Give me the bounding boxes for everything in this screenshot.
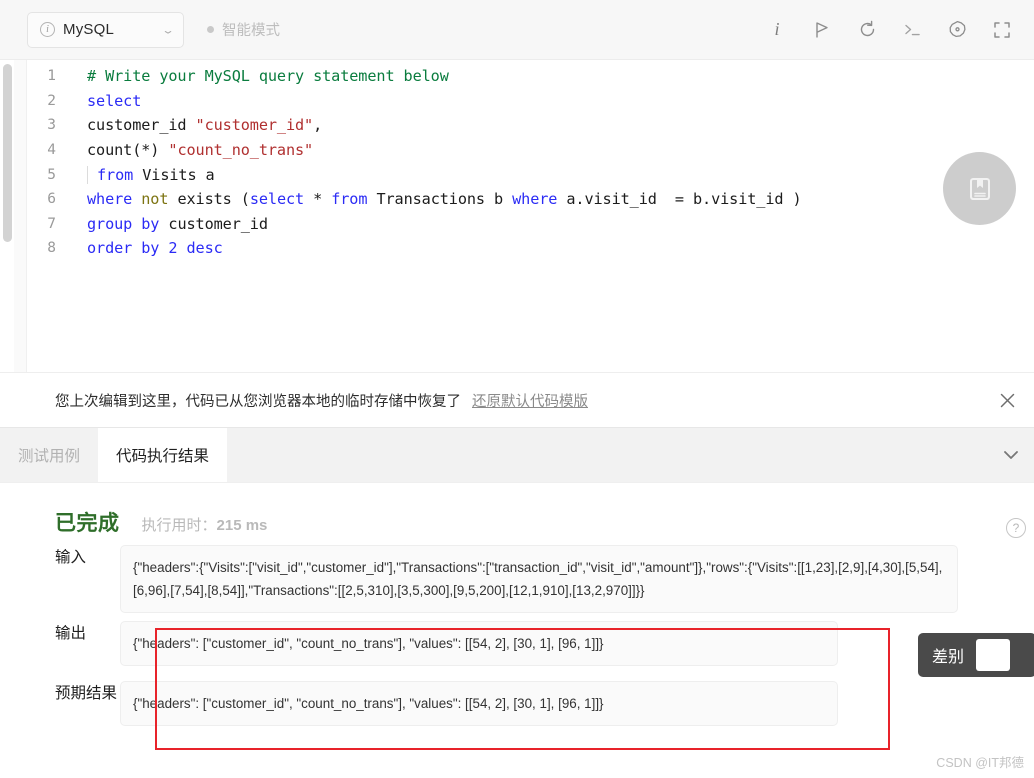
- code-text: count(*) "count_no_trans": [87, 141, 314, 160]
- restore-notice-bar: 您上次编辑到这里，代码已从您浏览器本地的临时存储中恢复了 还原默认代码模版: [0, 372, 1034, 427]
- result-tabbar: 测试用例 代码执行结果: [0, 427, 1034, 482]
- status-row: 已完成 执行用时：215 ms: [0, 507, 1034, 537]
- code-line: 6 where not exists (select * from Transac…: [28, 187, 1034, 212]
- question-mark-icon[interactable]: ?: [1006, 518, 1026, 538]
- line-number: 4: [47, 142, 56, 159]
- restore-notice-text: 您上次编辑到这里，代码已从您浏览器本地的临时存储中恢复了: [55, 393, 461, 410]
- language-label: MySQL: [63, 21, 115, 38]
- editor-scrollbar[interactable]: [3, 64, 12, 368]
- chevron-down-icon: ⌄: [161, 23, 175, 36]
- line-number: 5: [47, 166, 56, 183]
- line-number: 1: [47, 68, 56, 85]
- tab-execution-result[interactable]: 代码执行结果: [98, 428, 228, 482]
- restore-default-template-link[interactable]: 还原默认代码模版: [472, 390, 588, 411]
- code-line: 7 group by customer_id: [28, 212, 1034, 237]
- expected-label: 预期结果: [55, 685, 118, 702]
- expected-value-box: {"headers": ["customer_id", "count_no_tr…: [120, 681, 838, 726]
- save-bookmark-button[interactable]: [943, 152, 1016, 225]
- execution-result-panel: 已完成 执行用时：215 ms ? 输入 {"headers":{"Visits…: [0, 482, 1034, 778]
- settings-gear-icon[interactable]: [947, 20, 967, 40]
- diff-toggle-knob[interactable]: [976, 639, 1011, 671]
- language-selector[interactable]: i MySQL ⌄: [27, 11, 184, 48]
- code-text: # Write your MySQL query statement below: [87, 67, 449, 86]
- top-toolbar: i MySQL ⌄ 智能模式 i: [0, 0, 1034, 60]
- output-value-box: {"headers": ["customer_id", "count_no_tr…: [120, 621, 838, 666]
- expected-row: 预期结果 {"headers": ["customer_id", "count_…: [0, 681, 838, 726]
- code-line: 8 order by 2 desc: [28, 236, 1034, 261]
- code-lines-container[interactable]: 1 # Write your MySQL query statement belo…: [28, 64, 1034, 372]
- line-number: 2: [47, 92, 56, 109]
- code-line: 1 # Write your MySQL query statement belo…: [28, 64, 1034, 89]
- fullscreen-icon[interactable]: [992, 20, 1012, 40]
- code-text: group by customer_id: [87, 214, 268, 233]
- runtime-label: 执行用时：215 ms: [142, 514, 268, 535]
- code-text: from Visits a: [87, 165, 215, 184]
- code-text: select: [87, 91, 142, 110]
- code-line: 3 customer_id "customer_id",: [28, 113, 1034, 138]
- leetcode-sql-editor-page: i MySQL ⌄ 智能模式 i 1 # Write your MySQL qu…: [0, 0, 1034, 778]
- run-flag-icon[interactable]: [812, 20, 832, 40]
- input-row: 输入 {"headers":{"Visits":["visit_id","cus…: [0, 545, 958, 613]
- close-x-icon[interactable]: [996, 389, 1018, 411]
- smart-mode-label: 智能模式: [222, 23, 280, 39]
- editor-gutter-strip: [14, 60, 27, 372]
- reset-undo-icon[interactable]: [857, 20, 877, 40]
- diff-label: 差别: [932, 649, 965, 666]
- code-line: 2 select: [28, 89, 1034, 114]
- bookmark-book-icon: [969, 177, 990, 200]
- editor-scrollbar-thumb[interactable]: [3, 64, 12, 242]
- line-number: 3: [47, 117, 56, 134]
- info-circle-icon: i: [40, 22, 55, 37]
- output-row: 输出 {"headers": ["customer_id", "count_no…: [0, 621, 838, 666]
- code-line: 5 from Visits a: [28, 162, 1034, 187]
- toolbar-icon-group: i: [767, 19, 1034, 40]
- input-label: 输入: [55, 549, 87, 566]
- smart-mode-dot-icon: [207, 26, 214, 33]
- watermark-text: CSDN @IT邦德: [936, 756, 1024, 770]
- info-icon[interactable]: i: [767, 19, 787, 40]
- console-terminal-icon[interactable]: [902, 20, 922, 40]
- code-editor[interactable]: 1 # Write your MySQL query statement belo…: [0, 60, 1034, 445]
- status-badge: 已完成: [55, 512, 120, 535]
- line-number: 7: [47, 215, 56, 232]
- chevron-down-icon[interactable]: [988, 428, 1034, 482]
- input-value-box: {"headers":{"Visits":["visit_id","custom…: [120, 545, 958, 613]
- runtime-prefix: 执行用时：: [141, 517, 217, 534]
- line-number: 8: [47, 240, 56, 257]
- code-text: customer_id "customer_id",: [87, 116, 323, 135]
- output-label: 输出: [55, 625, 87, 642]
- diff-toggle-button[interactable]: 差别: [918, 633, 1034, 677]
- code-text: where not exists (select * from Transact…: [87, 190, 802, 209]
- code-line: 4 count(*) "count_no_trans": [28, 138, 1034, 163]
- code-text: order by 2 desc: [87, 239, 223, 258]
- tab-testcase[interactable]: 测试用例: [0, 428, 98, 482]
- line-number: 6: [47, 191, 56, 208]
- runtime-value: 215 ms: [216, 517, 268, 534]
